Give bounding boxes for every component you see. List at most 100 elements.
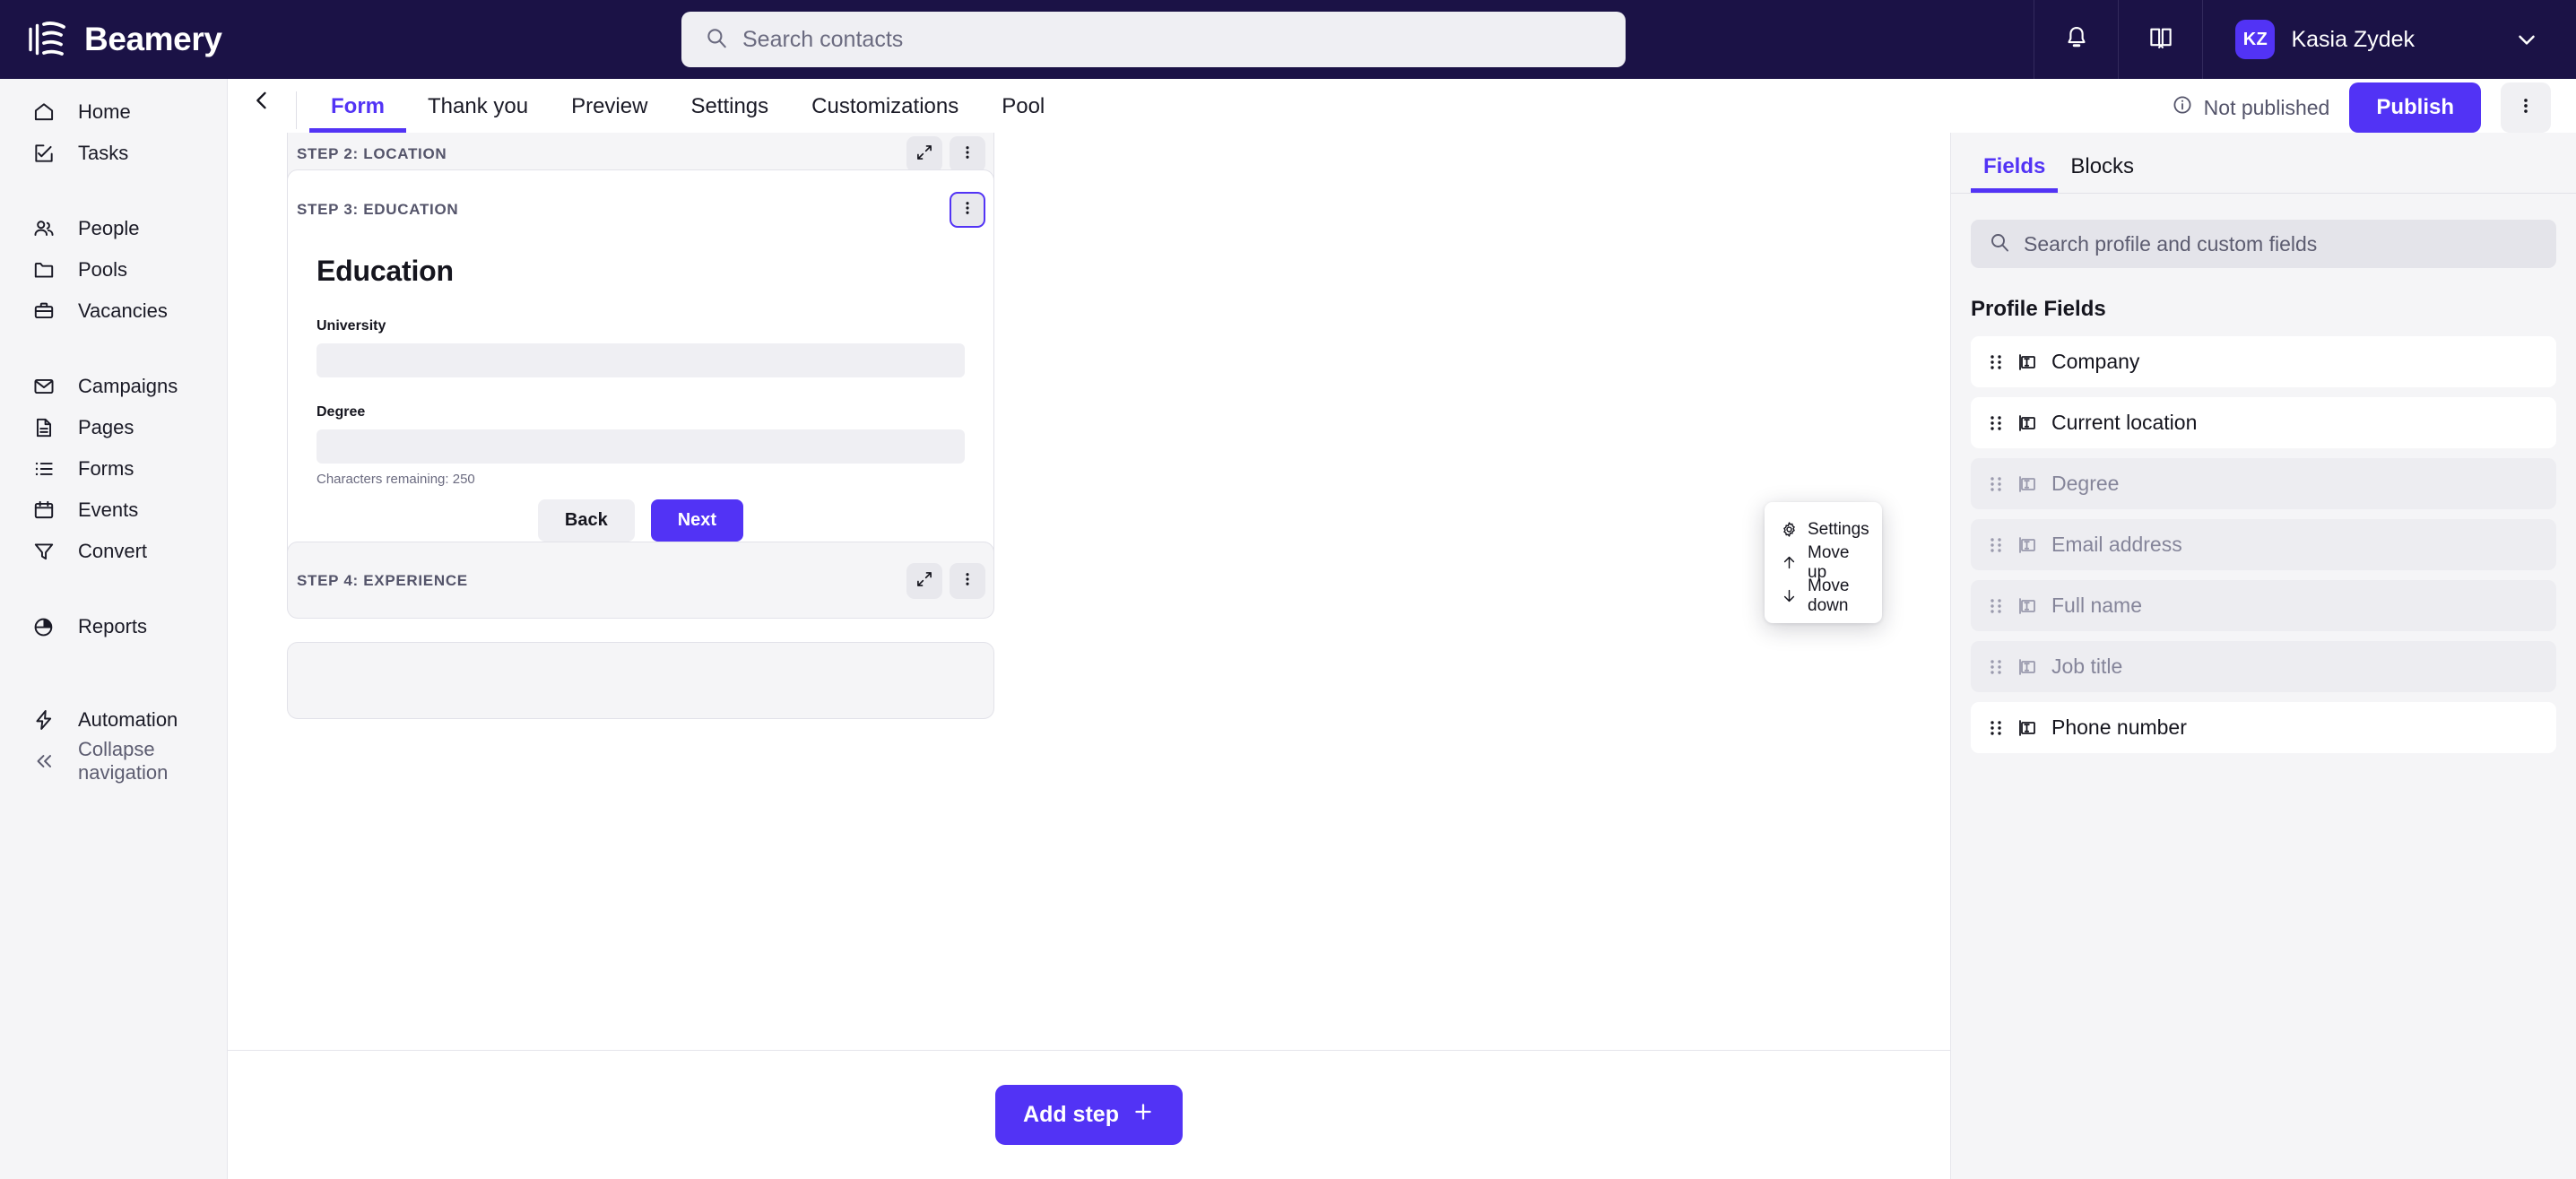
form-canvas: STEP 2: LOCATION STEP 3: EDUCATION Educa… [228,133,1950,1179]
field-item-label: Degree [2051,472,2120,495]
sidebar-item-collapse-navigation[interactable]: Collapse navigation [0,738,227,784]
text-field-icon [2016,412,2039,435]
chevron-left-icon [249,88,274,117]
tab-thank-you[interactable]: Thank you [406,96,550,133]
top-bar-right: KZ Kasia Zydek [2034,0,2576,79]
envelope-icon [30,373,57,400]
tab-preview[interactable]: Preview [550,96,669,133]
lightning-icon [30,707,57,733]
text-field-icon [2016,472,2039,496]
funnel-icon [30,538,57,565]
sidebar-item-pools[interactable]: Pools [0,249,227,290]
text-field-icon [2016,655,2039,679]
step-actions [906,136,985,172]
field-university: University [317,318,965,377]
sidebar-divider [0,332,227,366]
back-button[interactable] [228,79,296,133]
field-label: University [317,318,386,334]
characters-remaining: Characters remaining: 250 [317,472,475,487]
tab-list: Form Thank you Preview Settings Customiz… [309,79,1066,133]
form-actions: Back Next [317,499,965,542]
menu-item-settings[interactable]: Settings [1765,513,1882,546]
people-icon [30,215,57,242]
publish-button[interactable]: Publish [2349,82,2481,133]
sidebar-item-reports[interactable]: Reports [0,606,227,647]
brand-logo[interactable]: Beamery [0,17,418,62]
expand-step-button[interactable] [906,563,942,599]
form-tab-bar: Form Thank you Preview Settings Customiz… [228,79,2576,133]
back-step-button[interactable]: Back [537,499,635,542]
menu-item-move-down[interactable]: Move down [1765,576,1882,615]
publish-controls: Not published Publish [2172,82,2551,133]
sidebar-item-label: People [78,217,140,239]
sidebar-item-label: Tasks [78,142,129,164]
menu-item-move-up[interactable]: Move up [1765,543,1882,582]
sidebar: Home Tasks People Pools Vacancies Campai… [0,79,228,1179]
field-item-phone-number[interactable]: Phone number [1971,702,2556,753]
sidebar-item-vacancies[interactable]: Vacancies [0,290,227,332]
drag-handle-icon[interactable] [1989,351,2003,373]
tab-fields[interactable]: Fields [1971,156,2059,193]
field-item-company[interactable]: Company [1971,336,2556,387]
step-card-education[interactable]: STEP 3: EDUCATION Education University D… [287,169,994,573]
degree-input[interactable] [317,429,965,464]
field-degree: Degree Characters remaining: 250 [317,404,965,487]
expand-step-button[interactable] [906,136,942,172]
menu-item-label: Settings [1808,519,1869,539]
sidebar-item-automation[interactable]: Automation [0,699,227,741]
step-actions [906,563,985,599]
tab-pool[interactable]: Pool [980,96,1066,133]
knowledge-base-button[interactable] [2118,0,2202,79]
step-card-next-partial[interactable] [287,642,994,719]
double-chevron-left-icon [30,748,57,775]
field-item-label: Current location [2051,411,2198,434]
brand-name: Beamery [84,21,222,57]
sidebar-item-campaigns[interactable]: Campaigns [0,366,227,407]
step-card-experience[interactable]: STEP 4: EXPERIENCE [287,542,994,619]
step-overflow-menu-button[interactable] [950,192,985,228]
kebab-icon [959,144,976,165]
arrow-up-icon [1781,554,1798,571]
tab-form[interactable]: Form [309,96,406,133]
fields-search-placeholder: Search profile and custom fields [2024,231,2318,256]
tab-customizations[interactable]: Customizations [790,96,980,133]
tab-settings[interactable]: Settings [669,96,790,133]
document-icon [30,414,57,441]
fields-search-input[interactable]: Search profile and custom fields [1971,220,2556,268]
global-search-input[interactable]: Search contacts [681,12,1626,67]
step-overflow-menu-button[interactable] [950,136,985,172]
form-overflow-menu-button[interactable] [2501,82,2551,133]
university-input[interactable] [317,343,965,377]
status-label: Not published [2203,95,2330,119]
sidebar-item-label: Pools [78,258,128,281]
add-step-button[interactable]: Add step [995,1085,1183,1145]
user-menu[interactable]: KZ Kasia Zydek [2202,0,2576,79]
sidebar-item-tasks[interactable]: Tasks [0,133,227,174]
sidebar-item-forms[interactable]: Forms [0,448,227,490]
sidebar-item-people[interactable]: People [0,208,227,249]
sidebar-item-pages[interactable]: Pages [0,407,227,448]
drag-handle-icon[interactable] [1989,717,2003,739]
panel-tab-list: Fields Blocks [1951,133,2576,194]
notifications-button[interactable] [2034,0,2118,79]
sidebar-item-label: Reports [78,615,148,637]
next-step-button[interactable]: Next [650,499,744,542]
calendar-icon [30,497,57,524]
status-badge: Not published [2172,94,2330,121]
briefcase-icon [30,298,57,325]
field-item-label: Phone number [2051,715,2187,739]
field-item-current-location[interactable]: Current location [1971,397,2556,448]
drag-handle-icon[interactable] [1989,412,2003,434]
sidebar-item-home[interactable]: Home [0,91,227,133]
tab-divider [296,91,297,129]
field-item-label: Job title [2051,655,2123,678]
field-item-full-name: Full name [1971,580,2556,631]
drag-handle-icon [1989,534,2003,556]
step-overflow-menu-button[interactable] [950,563,985,599]
sidebar-item-events[interactable]: Events [0,490,227,531]
chevron-down-icon[interactable] [2513,26,2540,53]
kebab-icon [959,200,976,221]
sidebar-item-convert[interactable]: Convert [0,531,227,572]
bell-icon [2063,24,2090,56]
tab-blocks[interactable]: Blocks [2058,156,2147,193]
